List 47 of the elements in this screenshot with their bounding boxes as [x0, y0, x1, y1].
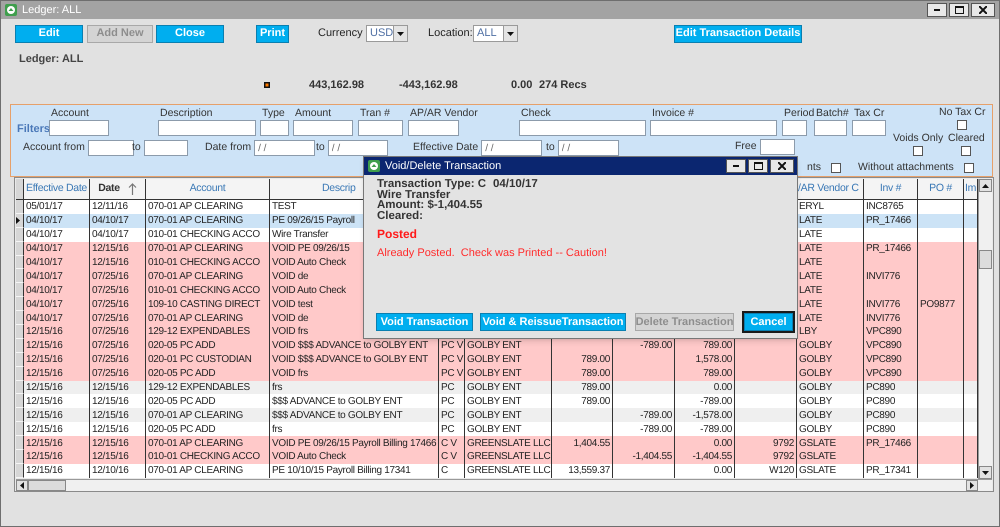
- field-label: Invoice #: [651, 108, 696, 119]
- field-label: Location:: [428, 26, 473, 42]
- total-value: 0.00: [511, 78, 531, 93]
- field-label: to: [546, 140, 555, 156]
- table-cell: GSLATE: [797, 464, 864, 478]
- field-label: Batch#: [815, 108, 849, 119]
- status-text: Posted: [377, 228, 418, 240]
- transaction-date: 04/10/17: [493, 179, 538, 190]
- table-cell: PE 10/10/15 Payroll Billing 17341: [270, 464, 439, 478]
- total-value: -443,162.98: [399, 78, 456, 93]
- dialog-title: Void/Delete Transaction: [385, 158, 502, 174]
- table-cell: 12/10/16: [90, 464, 146, 478]
- table-cell: 12/15/16: [24, 464, 90, 478]
- field-label: Description: [159, 108, 214, 119]
- field-label: Amount: [294, 108, 332, 119]
- field-label: AP/AR Vendor: [409, 108, 478, 119]
- table-cell: C: [439, 464, 465, 478]
- table-cell: W120: [735, 464, 797, 478]
- field-label: Tran #: [359, 108, 391, 119]
- table-cell: 070-01 AP CLEARING: [146, 464, 270, 478]
- window-title: Ledger: ALL: [22, 2, 82, 18]
- field-label: to: [132, 140, 141, 156]
- table-cell: GREENSLATE LLC: [465, 464, 552, 478]
- field-label: Type: [261, 108, 286, 119]
- table-cell: 0.00: [675, 464, 735, 478]
- field-label: Date from: [205, 140, 252, 156]
- ledger-label: Ledger: ALL: [19, 52, 84, 65]
- total-value: 443,162.98: [309, 78, 364, 93]
- field-label: Account: [50, 108, 90, 119]
- field-label: Tax Cr: [853, 108, 886, 119]
- field-label: Free: [735, 139, 757, 154]
- checkbox-label: Cleared: [948, 133, 985, 144]
- field-label: Currency: [318, 26, 364, 42]
- cleared-label: Cleared:: [377, 211, 424, 222]
- checkbox-label: Voids Only: [893, 133, 944, 144]
- checkbox-label: No Tax Cr: [939, 107, 986, 118]
- field-label: Effective Date: [413, 140, 478, 156]
- checkbox-label: Without attachments: [858, 162, 954, 173]
- field-label: Check: [520, 108, 552, 119]
- filter-heading: Filters: [17, 122, 50, 137]
- field-label: Account from: [23, 140, 85, 156]
- field-label: Period: [783, 108, 814, 119]
- table-cell: 13,559.37: [552, 464, 613, 478]
- field-label: to: [316, 140, 325, 156]
- total-value: 274 Recs: [539, 78, 587, 93]
- checkbox-label: nts: [807, 162, 822, 173]
- table-cell: PR_17341: [864, 464, 918, 478]
